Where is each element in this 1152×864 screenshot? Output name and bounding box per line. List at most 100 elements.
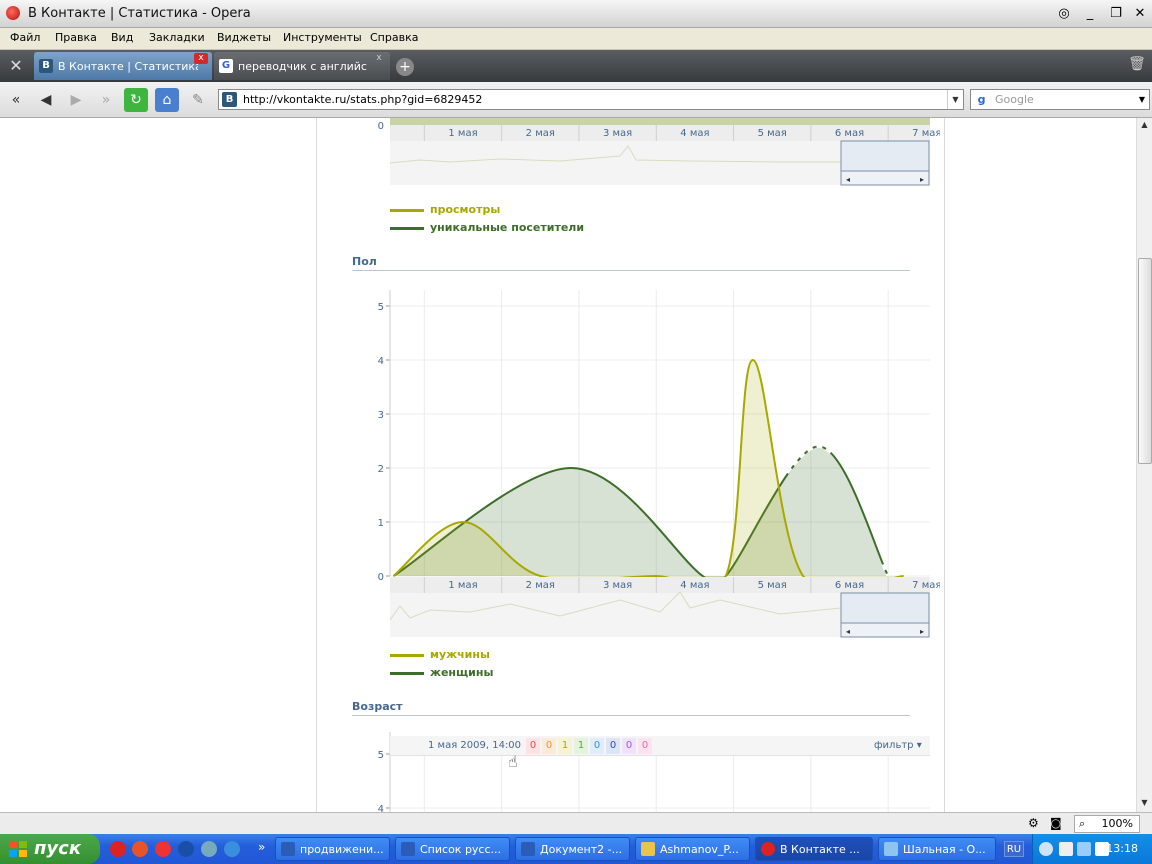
edit-icon[interactable]: ✎	[186, 88, 210, 112]
y-tick-label: 0	[378, 121, 384, 132]
google-icon: g	[977, 93, 986, 106]
trash-icon[interactable]: 🗑	[1128, 56, 1146, 76]
tab-close-icon[interactable]: x	[372, 53, 386, 64]
task-6[interactable]: Шальная - О...	[878, 837, 996, 861]
back-icon[interactable]: ◀	[34, 88, 58, 112]
new-tab-icon[interactable]: +	[396, 58, 414, 76]
age-value-box: 0	[542, 738, 556, 754]
plot-baseline-area	[390, 118, 930, 125]
forward-icon[interactable]: ▶	[64, 88, 88, 112]
vk-site-icon: В	[222, 92, 237, 107]
age-tooltip-date: 1 мая 2009, 14:00	[428, 740, 522, 751]
legend-views: просмотры	[430, 203, 501, 216]
section-title-age: Возраст	[352, 700, 403, 713]
zoom-control[interactable]: ⌕ 100%	[1074, 815, 1140, 833]
status-bar: ⚙ ◙ ⌕ 100%	[0, 812, 1152, 834]
x-tick-label: 4 мая	[680, 128, 709, 139]
search-placeholder: Google	[995, 93, 1034, 106]
search-field[interactable]: g Google ▼	[970, 89, 1150, 110]
firefox-quicklaunch-icon[interactable]	[132, 841, 148, 857]
opera-menu-icon[interactable]: ◎	[1054, 5, 1074, 23]
task-1[interactable]: продвижени...	[275, 837, 390, 861]
age-value-box: 1	[558, 738, 572, 754]
tray-arrow-icon[interactable]	[1039, 842, 1053, 856]
chrome-quicklaunch-icon[interactable]	[155, 841, 171, 857]
y-tick-label: 3	[378, 410, 384, 421]
start-button[interactable]: пуск	[0, 834, 100, 864]
x-tick-label: 1 мая	[448, 128, 477, 139]
menu-help[interactable]: Справка	[370, 31, 418, 44]
opera-icon	[6, 6, 20, 20]
close-button[interactable]: ✕	[1130, 5, 1150, 23]
vertical-scrollbar[interactable]: ▲ ▼	[1136, 118, 1152, 812]
age-value-box: 0	[590, 738, 604, 754]
y-tick-label: 5	[378, 302, 384, 313]
word-icon	[401, 842, 415, 856]
menu-view[interactable]: Вид	[111, 31, 133, 44]
task-2[interactable]: Список русс...	[395, 837, 510, 861]
section-title-gender: Пол	[352, 255, 377, 268]
filter-dropdown-icon: ▾	[916, 740, 922, 751]
ie-quicklaunch-icon[interactable]	[224, 841, 240, 857]
y-tick-label: 4	[378, 356, 384, 367]
content-border-right	[944, 118, 945, 812]
task-4[interactable]: Ashmanov_P...	[635, 837, 750, 861]
address-dropdown-icon[interactable]: ▼	[947, 90, 963, 109]
maximize-button[interactable]: ❐	[1106, 5, 1126, 23]
app-quicklaunch-icon[interactable]	[201, 841, 217, 857]
scroll-thumb[interactable]	[1138, 258, 1152, 464]
tab-label: В Контакте | Статистика	[58, 60, 198, 73]
x-tick-label: 7 мая	[912, 580, 940, 591]
taskbar: пуск » продвижени... Список русс... Доку…	[0, 834, 1152, 864]
section-rule	[352, 715, 910, 716]
address-bar[interactable]: В http://vkontakte.ru/stats.php?gid=6829…	[218, 89, 964, 110]
visits-chart[interactable]: 0 1 мая 2 мая 3 мая 4 мая 5 мая 6 мая 7 мая ◂ ▸	[360, 118, 940, 188]
scroll-up-icon[interactable]: ▲	[1137, 118, 1152, 132]
language-indicator[interactable]: RU	[1004, 841, 1024, 857]
x-tick-label: 4 мая	[680, 580, 709, 591]
task-3[interactable]: Документ2 -...	[515, 837, 630, 861]
reload-icon[interactable]: ↻	[124, 88, 148, 112]
word-icon	[521, 842, 535, 856]
task-label: В Контакте ...	[780, 843, 860, 856]
tray-app-icon[interactable]	[1059, 842, 1073, 856]
tab-vkontakte-stats[interactable]: В В Контакте | Статистика x	[34, 52, 212, 80]
x-tick-label: 2 мая	[526, 580, 555, 591]
tab-close-icon[interactable]: x	[194, 53, 208, 64]
menu-tools[interactable]: Инструменты	[283, 31, 362, 44]
menu-bookmarks[interactable]: Закладки	[149, 31, 205, 44]
search-dropdown-icon[interactable]: ▼	[1135, 90, 1149, 109]
network-icon[interactable]	[1077, 842, 1091, 856]
x-tick-label: 2 мая	[526, 128, 555, 139]
opera-quicklaunch-icon[interactable]	[110, 841, 126, 857]
age-value-box: 1	[574, 738, 588, 754]
menu-edit[interactable]: Правка	[55, 31, 97, 44]
word-icon	[281, 842, 295, 856]
tab-bar: ✕ В В Контакте | Статистика x G переводч…	[0, 50, 1152, 82]
minimize-button[interactable]: _	[1080, 5, 1100, 23]
opera-icon	[761, 842, 775, 856]
menu-file[interactable]: Файл	[10, 31, 40, 44]
menu-bar: Файл Правка Вид Закладки Виджеты Инструм…	[0, 28, 1152, 50]
home-icon[interactable]: ⌂	[155, 88, 179, 112]
nav-right-icon: ▸	[920, 175, 924, 184]
navigator-scrollbar	[840, 622, 930, 638]
gender-chart[interactable]: 0 1 2 3 4 5 1 мая 2 мая 3 мая 4 мая 5 мая 6 мая 7 ма…	[360, 290, 940, 640]
age-value-box: 0	[526, 738, 540, 754]
x-tick-label: 7 мая	[912, 128, 940, 139]
tab-translator[interactable]: G переводчик с английс... x	[214, 52, 390, 80]
skype-quicklaunch-icon[interactable]	[178, 841, 194, 857]
fast-forward-icon[interactable]: »	[94, 88, 118, 112]
quicklaunch-more-icon[interactable]: »	[258, 840, 265, 854]
scroll-down-icon[interactable]: ▼	[1137, 796, 1152, 810]
panel-toggle-icon[interactable]: ⚙	[1028, 816, 1039, 830]
tools-icon[interactable]: ✕	[4, 56, 28, 76]
menu-widgets[interactable]: Виджеты	[217, 31, 271, 44]
age-value-box: 0	[606, 738, 620, 754]
rewind-icon[interactable]: «	[4, 88, 28, 112]
task-5[interactable]: В Контакте ...	[755, 837, 873, 861]
camera-icon[interactable]: ◙	[1050, 816, 1062, 830]
age-filter-link[interactable]: фильтр ▾	[874, 740, 922, 751]
legend-unique-swatch	[390, 227, 424, 230]
legend-female-swatch	[390, 672, 424, 675]
